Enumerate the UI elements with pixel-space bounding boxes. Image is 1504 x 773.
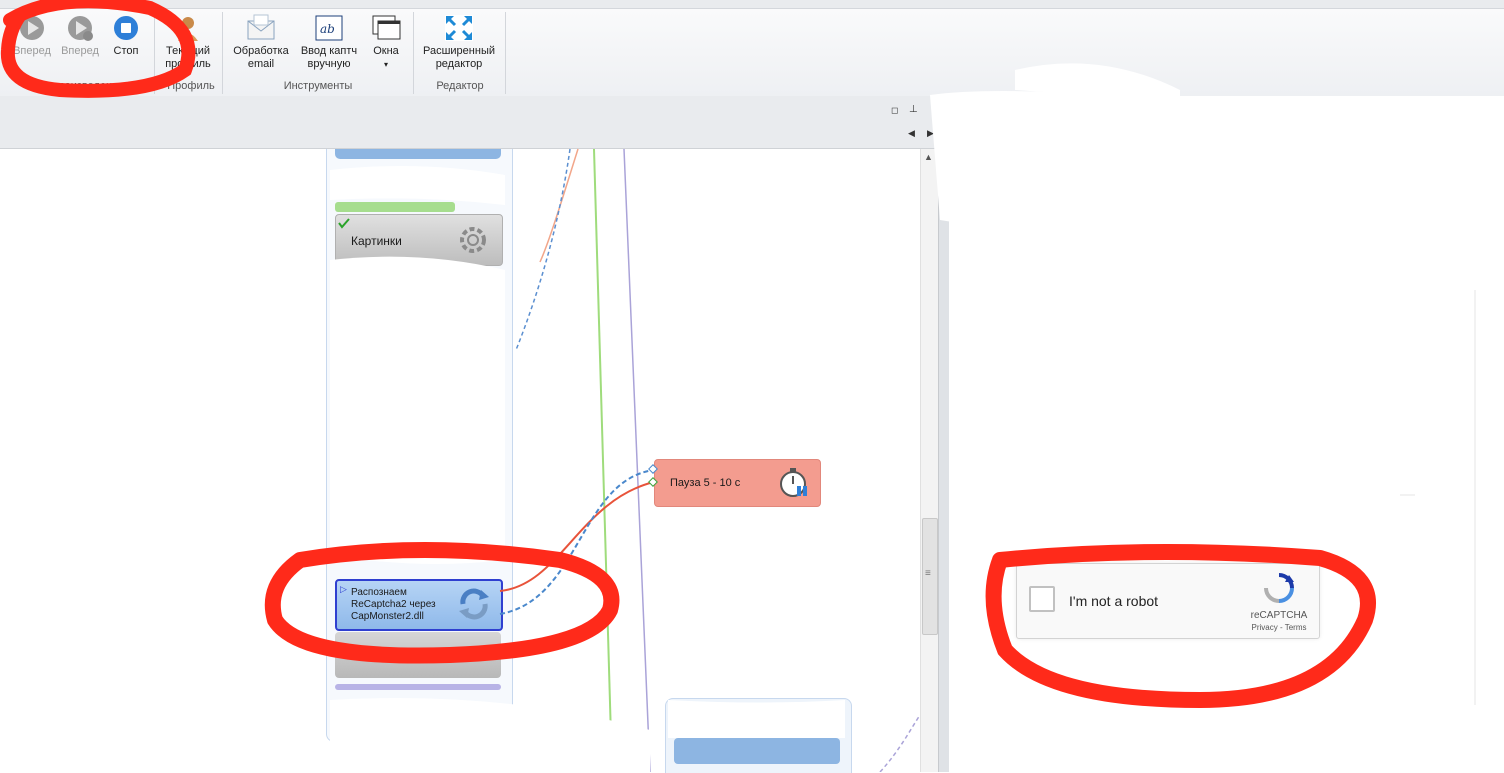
- windows-label: Окна: [373, 45, 399, 57]
- recaptcha-brand: reCAPTCHA: [1250, 610, 1308, 621]
- stopwatch-icon: [780, 468, 807, 497]
- recaptcha-label: I'm not a robot: [1069, 593, 1159, 609]
- scroll-left-icon[interactable]: ◀: [908, 128, 915, 139]
- recaptcha-privacy-terms-link[interactable]: Privacy - Terms: [1249, 623, 1309, 632]
- user-profile-icon: [178, 17, 198, 41]
- pin-icon[interactable]: ⊥: [909, 104, 918, 115]
- browser-pane: [949, 96, 1504, 772]
- ribbon-separator: [154, 12, 155, 94]
- envelope-icon: [247, 14, 275, 40]
- captcha-icon: ab: [315, 15, 343, 41]
- stop-button[interactable]: Стоп: [104, 14, 148, 58]
- recognize-label-2: ReCaptcha2 через: [351, 599, 436, 610]
- advanced-label-1: Расширенный: [423, 45, 495, 57]
- forward-button-1[interactable]: Вперед: [8, 14, 56, 58]
- advanced-label-2: редактор: [435, 58, 483, 70]
- email-label-1: Обработка: [233, 45, 289, 57]
- canvas-vertical-scrollbar[interactable]: [920, 149, 939, 772]
- panel-header-bar: [0, 96, 942, 149]
- scroll-right-icon[interactable]: ▶: [927, 128, 934, 139]
- scroll-up-icon[interactable]: ▲: [924, 152, 933, 162]
- forward-label-2: Вперед: [61, 45, 99, 57]
- green-connector-bar: [335, 202, 455, 212]
- editor-group-label: Редактор: [436, 80, 484, 92]
- current-profile-button[interactable]: Текущий профиль: [160, 14, 216, 71]
- ribbon-separator: [505, 12, 506, 94]
- pause-action-block[interactable]: Пауза 5 - 10 с: [654, 459, 821, 507]
- recaptcha-widget: I'm not a robot reCAPTCHA Privacy - Term…: [1016, 563, 1320, 639]
- captcha-label-2: вручную: [307, 58, 351, 70]
- action-block-grey[interactable]: [335, 632, 501, 678]
- profile-label-2: профиль: [165, 58, 211, 70]
- profile-group-label: Профиль: [167, 80, 215, 92]
- images-action-block[interactable]: Картинки: [335, 214, 503, 266]
- recaptcha-logo-icon: [1264, 573, 1294, 603]
- refresh-icon: [459, 588, 489, 620]
- restore-window-icon[interactable]: ◻: [891, 105, 898, 116]
- action-block-purple[interactable]: [335, 684, 501, 690]
- recognize-recaptcha-block[interactable]: ▷ Распознаем ReCaptcha2 через CapMonster…: [335, 579, 503, 631]
- images-block-label: Картинки: [351, 234, 402, 248]
- email-processing-button[interactable]: Обработка email: [228, 14, 294, 71]
- recognize-label-3: CapMonster2.dll: [351, 611, 424, 622]
- stop-label: Стоп: [113, 45, 139, 57]
- email-label-2: email: [247, 58, 275, 70]
- tools-group-label: Инструменты: [283, 80, 353, 92]
- recaptcha-checkbox[interactable]: [1029, 586, 1055, 612]
- playback-group-label: Воспроизведение: [33, 80, 125, 92]
- forward-label-1: Вперед: [13, 45, 51, 57]
- play-step-icon: [68, 16, 93, 41]
- manual-captcha-button[interactable]: ab Ввод каптч вручную: [296, 14, 362, 71]
- gear-icon: [460, 227, 486, 253]
- windows-dropdown-button[interactable]: Окна ▾: [364, 14, 408, 71]
- checkmark-icon: [338, 218, 350, 229]
- ribbon-top-strip: [0, 0, 1504, 9]
- svg-text:ab: ab: [320, 22, 335, 36]
- captcha-label-1: Ввод каптч: [300, 45, 358, 57]
- grip-icon: ≡: [925, 568, 931, 579]
- chevron-down-icon: ▾: [383, 60, 388, 69]
- expand-arrows-icon: [445, 15, 473, 41]
- play-marker-icon: ▷: [340, 584, 347, 594]
- play-icon: [20, 16, 44, 40]
- forward-button-2[interactable]: Вперед: [56, 14, 104, 58]
- action-block-top[interactable]: [335, 149, 501, 159]
- stop-icon: [114, 16, 138, 40]
- profile-label-1: Текущий: [166, 45, 210, 57]
- action-block-blue[interactable]: [674, 738, 840, 764]
- windows-icon: [372, 15, 401, 40]
- pause-block-label: Пауза 5 - 10 с: [670, 477, 741, 489]
- recognize-label-1: Распознаем: [351, 587, 407, 598]
- advanced-editor-button[interactable]: Расширенный редактор: [420, 14, 498, 71]
